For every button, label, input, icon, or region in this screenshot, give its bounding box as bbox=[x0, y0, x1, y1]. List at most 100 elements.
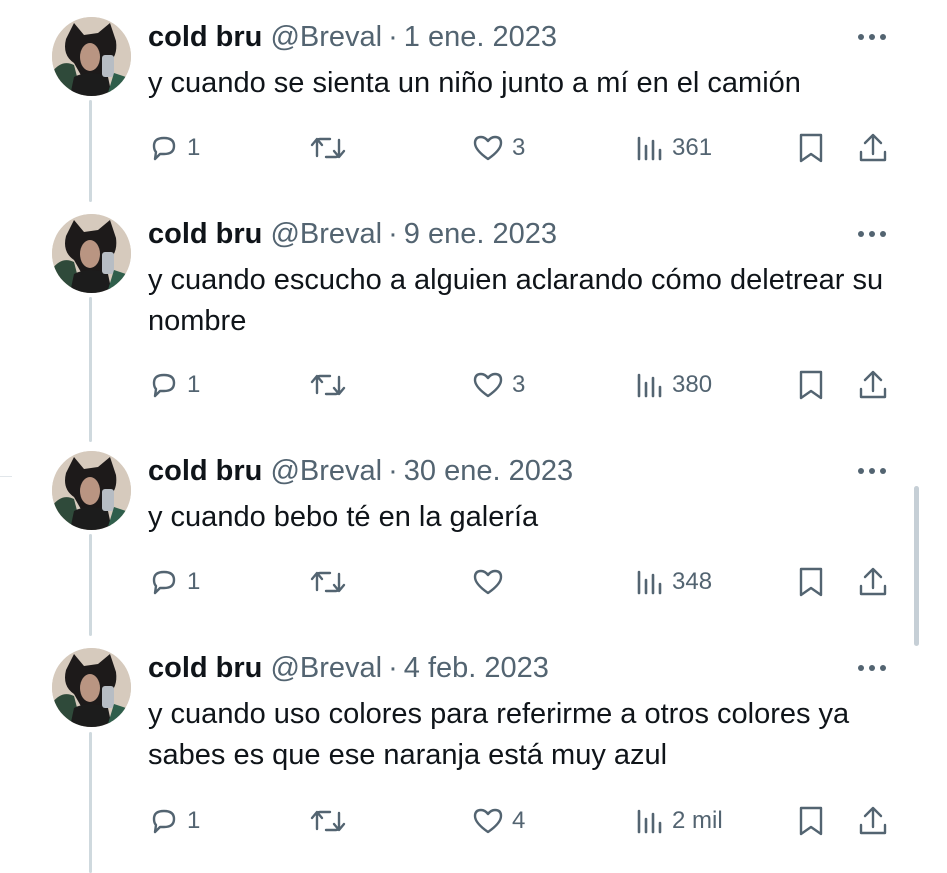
tweet-actions: 1 4 2 mil bbox=[0, 801, 910, 841]
retweet-icon bbox=[310, 571, 346, 593]
tweet-date[interactable]: 4 feb. 2023 bbox=[404, 652, 549, 684]
retweet-icon bbox=[310, 374, 346, 396]
tweet-text: y cuando uso colores para referirme a ot… bbox=[148, 698, 850, 771]
author-name[interactable]: cold bru bbox=[148, 455, 262, 487]
like-button[interactable]: 3 bbox=[471, 128, 525, 168]
author-handle[interactable]: @Breval bbox=[270, 218, 382, 250]
tweet[interactable]: cold bru @Breval · 9 ene. 2023 y cuando es… bbox=[0, 197, 910, 434]
retweet-button[interactable] bbox=[308, 562, 355, 602]
tweet-date[interactable]: 9 ene. 2023 bbox=[404, 218, 557, 250]
separator: · bbox=[388, 21, 398, 53]
tweet-text: y cuando bebo té en la galería bbox=[148, 501, 539, 533]
reply-button[interactable]: 1 bbox=[148, 801, 200, 841]
tweet[interactable]: cold bru @Breval · 30 ene. 2023 y cuando b… bbox=[0, 434, 910, 631]
tweet-header: cold bru @Breval · 30 ene. 2023 bbox=[148, 453, 573, 489]
reply-icon bbox=[152, 809, 176, 834]
more-options-button[interactable] bbox=[851, 19, 893, 55]
like-button[interactable]: 4 bbox=[471, 801, 525, 841]
views-button[interactable]: 361 bbox=[635, 128, 712, 168]
reply-icon bbox=[152, 136, 176, 161]
tweet-date[interactable]: 30 ene. 2023 bbox=[404, 455, 573, 487]
author-handle[interactable]: @Breval bbox=[270, 652, 382, 684]
avatar[interactable] bbox=[52, 214, 131, 293]
more-icon bbox=[858, 665, 886, 671]
tweet[interactable]: cold bru @Breval · 1 ene. 2023 y cuando se… bbox=[0, 0, 910, 197]
like-icon bbox=[473, 372, 503, 398]
views-button[interactable]: 2 mil bbox=[635, 801, 723, 841]
avatar[interactable] bbox=[52, 648, 131, 727]
bookmark-button[interactable] bbox=[796, 562, 826, 602]
share-button[interactable] bbox=[856, 562, 890, 602]
more-icon bbox=[858, 34, 886, 40]
author-handle[interactable]: @Breval bbox=[270, 455, 382, 487]
reply-icon bbox=[152, 570, 176, 595]
views-icon bbox=[637, 373, 662, 398]
bookmark-icon bbox=[799, 133, 823, 163]
tweet[interactable]: cold bru @Breval · 4 feb. 2023 y cuando us… bbox=[0, 631, 910, 873]
views-count: 361 bbox=[672, 134, 713, 161]
views-button[interactable]: 348 bbox=[635, 562, 712, 602]
reply-button[interactable]: 1 bbox=[148, 128, 200, 168]
retweet-button[interactable] bbox=[308, 365, 355, 405]
bookmark-button[interactable] bbox=[796, 128, 826, 168]
reply-count: 1 bbox=[187, 807, 201, 834]
tweet-header: cold bru @Breval · 4 feb. 2023 bbox=[148, 650, 549, 686]
separator: · bbox=[388, 455, 398, 487]
avatar[interactable] bbox=[52, 17, 131, 96]
retweet-icon bbox=[310, 810, 346, 832]
reply-button[interactable]: 1 bbox=[148, 365, 200, 405]
share-icon bbox=[859, 370, 887, 399]
separator: · bbox=[388, 218, 398, 250]
tweet-actions: 1 3 380 bbox=[0, 365, 910, 405]
author-name[interactable]: cold bru bbox=[148, 652, 262, 684]
share-button[interactable] bbox=[856, 801, 890, 841]
more-icon bbox=[858, 468, 886, 474]
more-options-button[interactable] bbox=[851, 216, 893, 252]
like-count: 4 bbox=[512, 807, 526, 834]
reply-count: 1 bbox=[187, 568, 201, 595]
views-count: 348 bbox=[672, 568, 713, 595]
more-options-button[interactable] bbox=[851, 453, 893, 489]
tweet-header: cold bru @Breval · 9 ene. 2023 bbox=[148, 216, 557, 252]
author-name[interactable]: cold bru bbox=[148, 21, 262, 53]
views-button[interactable]: 380 bbox=[635, 365, 712, 405]
retweet-button[interactable] bbox=[308, 801, 355, 841]
bookmark-button[interactable] bbox=[796, 365, 826, 405]
bookmark-icon bbox=[799, 567, 823, 597]
share-button[interactable] bbox=[856, 128, 890, 168]
bookmark-icon bbox=[799, 370, 823, 400]
reply-button[interactable]: 1 bbox=[148, 562, 200, 602]
retweet-button[interactable] bbox=[308, 128, 355, 168]
views-count: 2 mil bbox=[672, 807, 723, 834]
like-count: 3 bbox=[512, 134, 526, 161]
more-options-button[interactable] bbox=[851, 650, 893, 686]
like-icon bbox=[473, 808, 503, 834]
like-icon bbox=[473, 135, 503, 161]
like-button[interactable]: 3 bbox=[471, 365, 525, 405]
views-icon bbox=[637, 809, 662, 834]
author-name[interactable]: cold bru bbox=[148, 218, 262, 250]
bookmark-icon bbox=[799, 806, 823, 836]
reply-count: 1 bbox=[187, 134, 201, 161]
share-icon bbox=[859, 133, 887, 162]
more-icon bbox=[858, 231, 886, 237]
scrollbar[interactable] bbox=[914, 486, 919, 646]
reply-icon bbox=[152, 373, 176, 398]
views-count: 380 bbox=[672, 371, 713, 398]
views-icon bbox=[637, 136, 662, 161]
share-icon bbox=[859, 567, 887, 596]
bookmark-button[interactable] bbox=[796, 801, 826, 841]
like-icon bbox=[473, 569, 503, 595]
tweet-actions: 1 348 bbox=[0, 562, 910, 602]
share-icon bbox=[859, 806, 887, 835]
tweet-actions: 1 3 361 bbox=[0, 128, 910, 168]
tweet-text: y cuando escucho a alguien aclarando cóm… bbox=[148, 264, 884, 337]
tweet-date[interactable]: 1 ene. 2023 bbox=[404, 21, 557, 53]
like-button[interactable] bbox=[471, 562, 512, 602]
like-count: 3 bbox=[512, 371, 526, 398]
reply-count: 1 bbox=[187, 371, 201, 398]
author-handle[interactable]: @Breval bbox=[270, 21, 382, 53]
share-button[interactable] bbox=[856, 365, 890, 405]
tweet-text: y cuando se sienta un niño junto a mí en… bbox=[148, 67, 801, 99]
avatar[interactable] bbox=[52, 451, 131, 530]
